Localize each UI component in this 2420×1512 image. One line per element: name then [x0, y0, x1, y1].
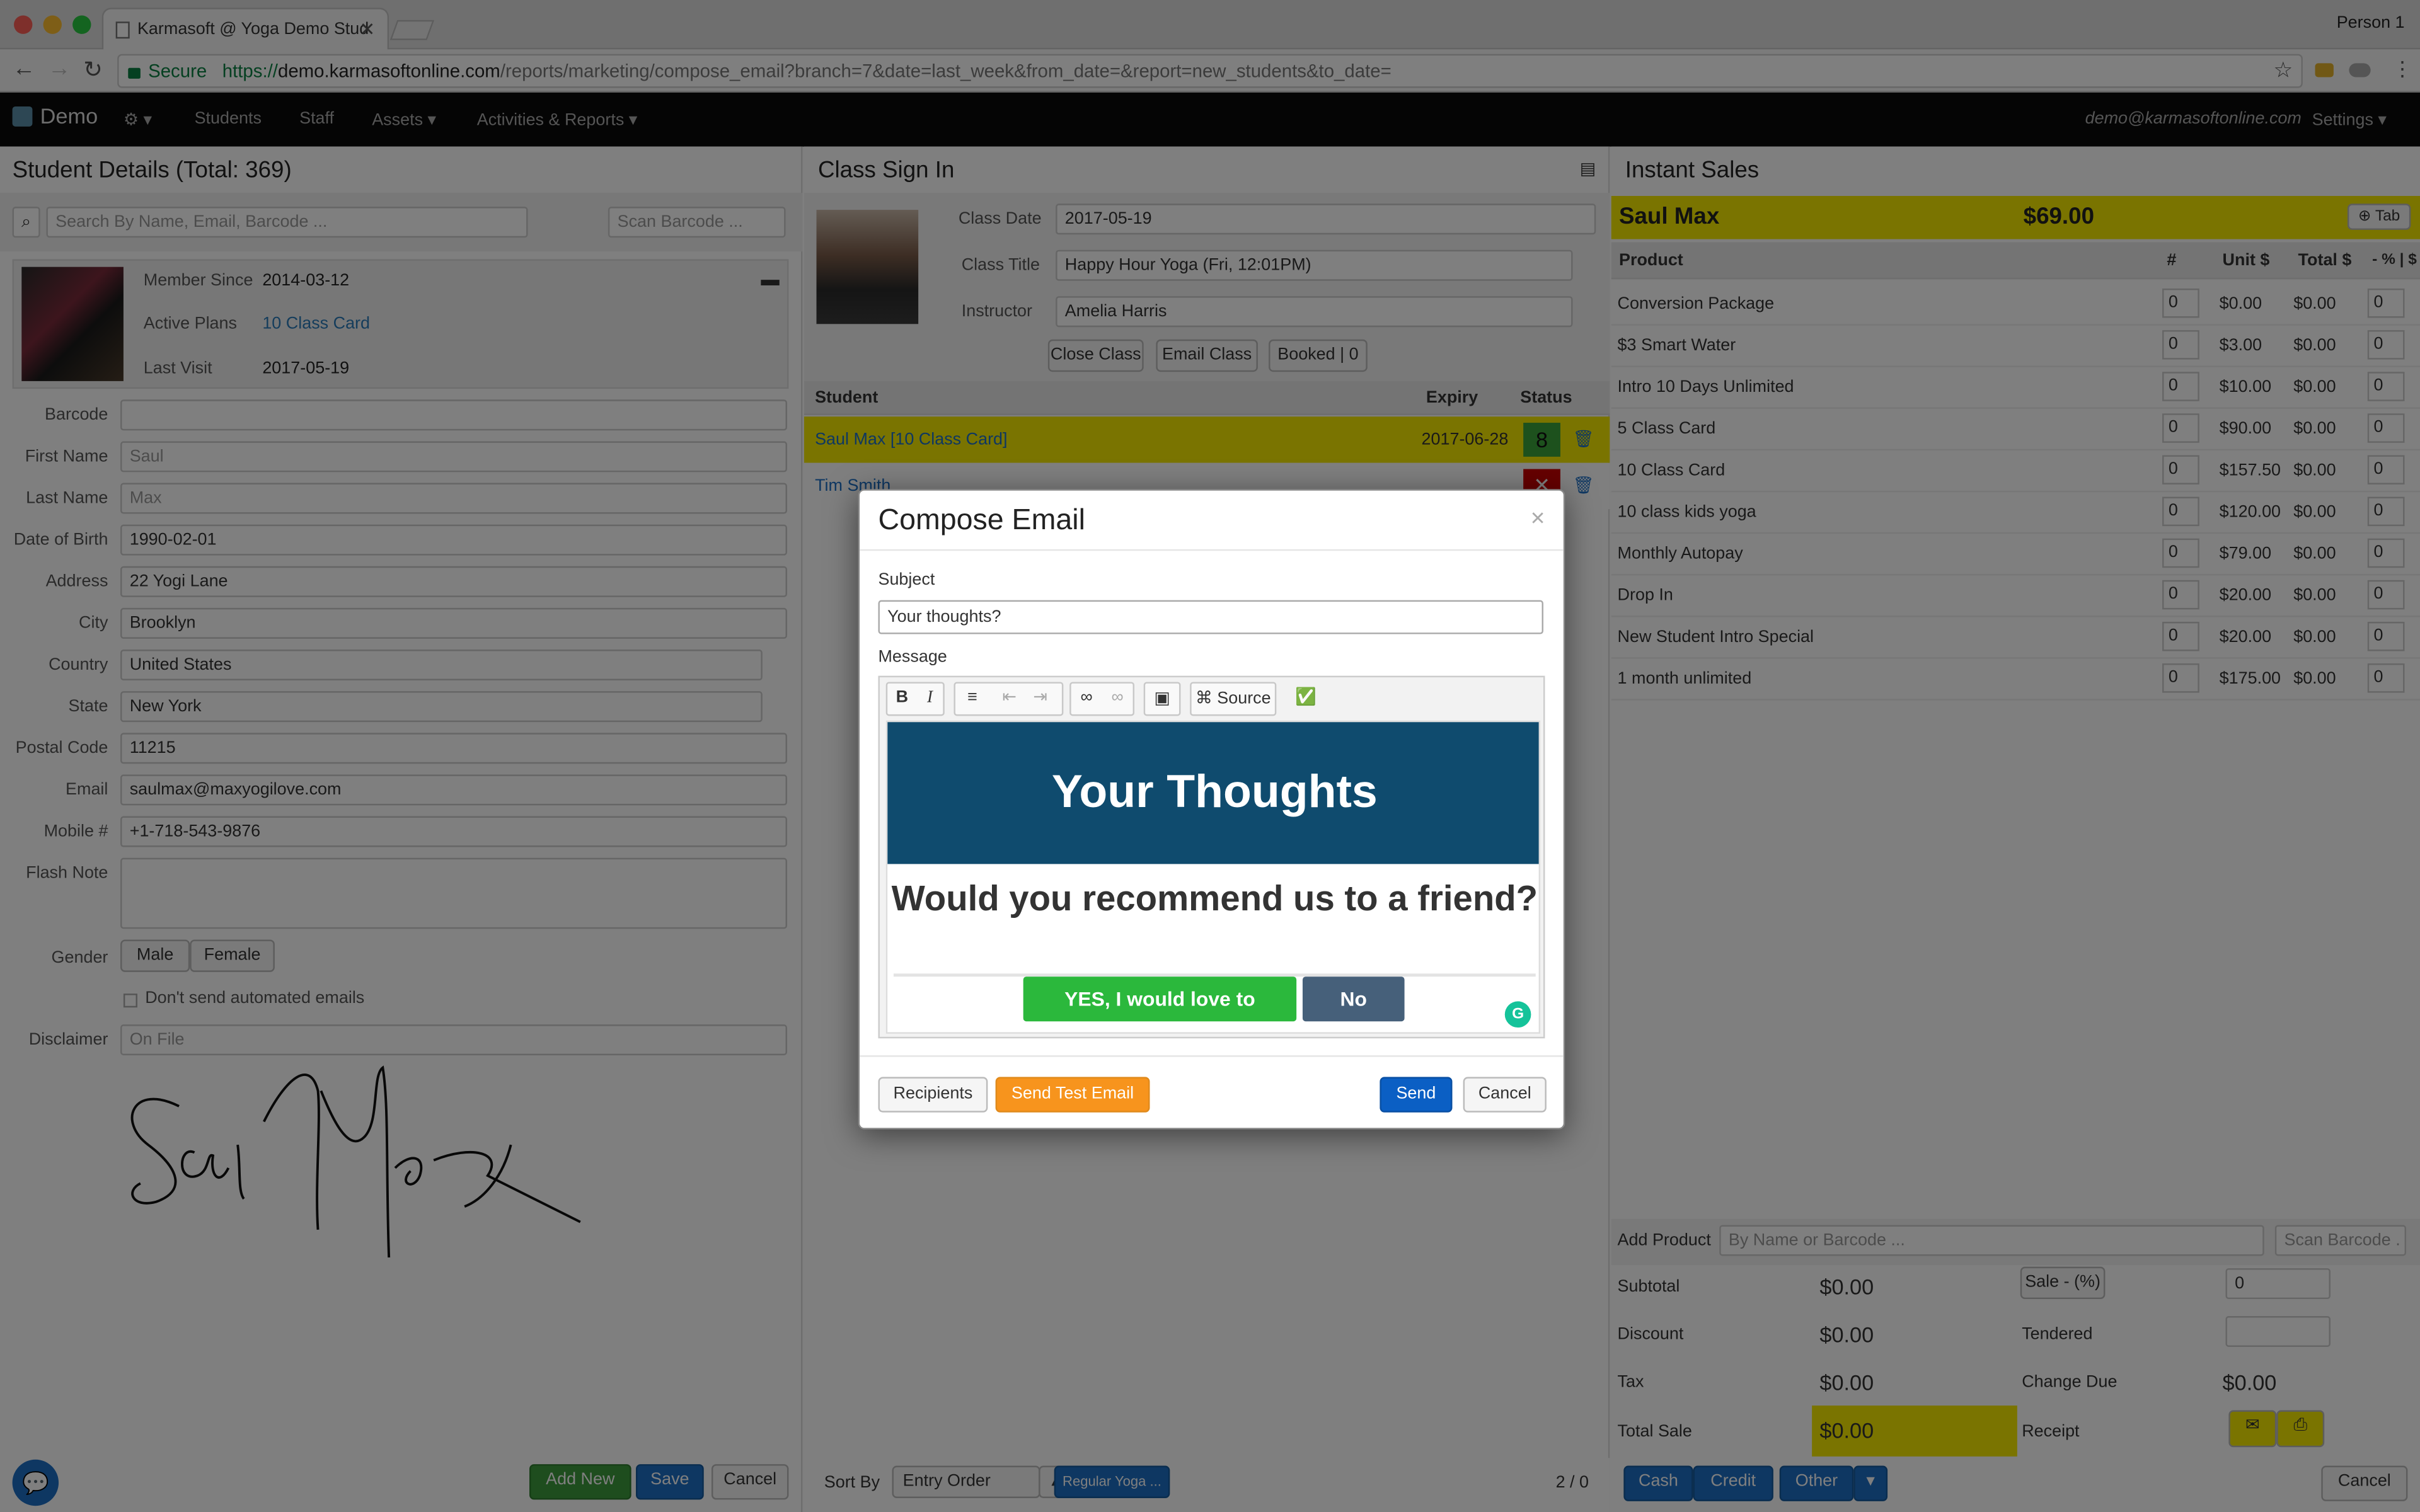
editor-content[interactable]: Your Thoughts Would you recommend us to … — [885, 720, 1541, 1034]
bold-button[interactable]: B — [889, 682, 916, 716]
indent-icon[interactable]: ⇥ — [1025, 682, 1056, 716]
send-button[interactable]: Send — [1380, 1077, 1453, 1113]
outdent-icon[interactable]: ⇤ — [994, 682, 1025, 716]
message-label: Message — [878, 648, 947, 667]
close-icon[interactable]: × — [1531, 506, 1545, 534]
unlink-icon[interactable]: ∞ — [1103, 682, 1131, 716]
source-icon: ⌘ — [1195, 689, 1218, 709]
subject-label: Subject — [878, 571, 935, 590]
yes-button[interactable]: YES, I would love to — [1023, 976, 1297, 1022]
message-editor: B I ≡ ⇤ ⇥ ∞ ∞ ▣ ⌘ Source ✅ Your Thoughts… — [878, 675, 1545, 1039]
source-button[interactable]: ⌘ Source — [1190, 682, 1277, 716]
cancel-button[interactable]: Cancel — [1463, 1077, 1547, 1113]
no-button[interactable]: No — [1302, 976, 1405, 1022]
image-icon[interactable]: ▣ — [1143, 682, 1181, 716]
link-icon[interactable]: ∞ — [1073, 682, 1100, 716]
grammarly-icon[interactable]: G — [1504, 1001, 1531, 1028]
divider — [860, 1055, 1564, 1057]
divider — [860, 549, 1564, 551]
italic-button[interactable]: I — [917, 682, 943, 716]
checkmark-icon[interactable]: ✅ — [1289, 682, 1323, 716]
subject-input[interactable]: Your thoughts? — [878, 600, 1543, 634]
email-question: Would you recommend us to a friend? — [891, 878, 1538, 919]
compose-email-modal: Compose Email × Subject Your thoughts? M… — [858, 489, 1565, 1130]
recipients-button[interactable]: Recipients — [878, 1077, 988, 1113]
numbered-list-icon[interactable]: ≡ — [957, 682, 988, 716]
screen: Karmasoft @ Yoga Demo Stud ✕ Person 1 ← … — [0, 0, 2420, 1512]
send-test-email-button[interactable]: Send Test Email — [995, 1077, 1150, 1113]
source-label: Source — [1217, 689, 1271, 709]
modal-title: Compose Email — [878, 504, 1085, 537]
email-banner: Your Thoughts — [887, 722, 1539, 864]
